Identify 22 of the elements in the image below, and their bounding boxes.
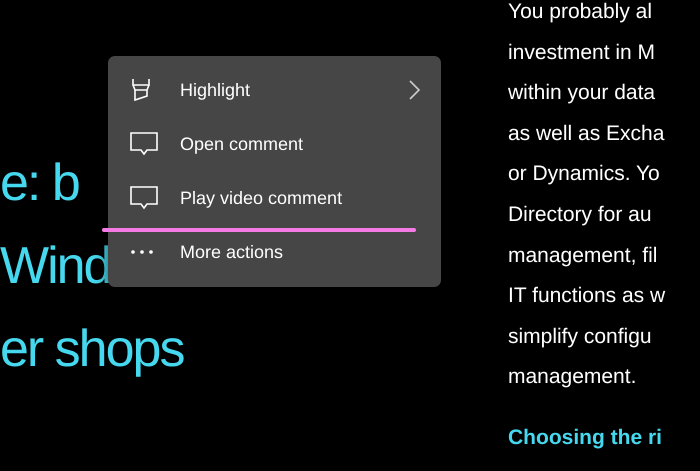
menu-item[interactable]: Open comment xyxy=(108,117,441,171)
comment-icon xyxy=(130,186,158,210)
more-icon xyxy=(130,249,154,255)
paragraph-line: as well as Excha xyxy=(508,120,666,147)
paragraph-line: or Dynamics. Yo xyxy=(508,161,661,188)
comment-icon xyxy=(130,132,158,156)
paragraph-line: Directory for au xyxy=(508,202,653,228)
paragraph-line: management. xyxy=(508,364,638,390)
heading-line: er shops xyxy=(0,319,184,380)
menu-item[interactable]: Highlight xyxy=(108,63,441,117)
paragraph-line: You probably al xyxy=(508,0,654,25)
paragraph-line: simplify configu xyxy=(508,324,653,350)
subheading: Choosing the ri xyxy=(508,426,663,450)
menu-item[interactable]: More actions xyxy=(108,225,441,279)
paragraph-line: IT functions as w xyxy=(508,283,666,310)
paragraph-line: investment in M xyxy=(508,40,656,66)
paragraph-line: within your data xyxy=(508,80,656,106)
heading-line: Wind xyxy=(0,236,110,297)
menu-item[interactable]: Play video comment xyxy=(108,171,441,225)
paragraph-line: management, fil xyxy=(508,242,658,269)
heading-line: e: b xyxy=(0,153,79,214)
highlighter-icon xyxy=(130,78,152,102)
